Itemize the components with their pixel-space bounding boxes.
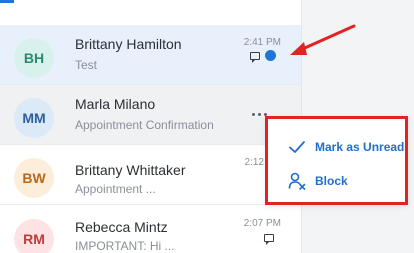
block-user-icon <box>288 172 306 190</box>
conversation-context-menu: Mark as Unread Block <box>265 116 408 205</box>
avatar: RM <box>14 219 54 253</box>
menu-item-label: Mark as Unread <box>315 140 405 154</box>
message-time: 2:07 PM <box>243 218 281 229</box>
avatar: BH <box>14 38 54 78</box>
mark-as-unread-menu-item[interactable]: Mark as Unread <box>268 129 405 165</box>
contact-name: Brittany Hamilton <box>75 36 182 52</box>
conversation-row-brittany-whittaker[interactable]: BW Brittany Whittaker Appointment ... 2:… <box>0 145 301 205</box>
contact-name: Rebecca Mintz <box>75 219 168 235</box>
menu-item-label: Block <box>315 174 348 188</box>
message-preview: Test <box>75 58 98 72</box>
conversation-list: BH Brittany Hamilton Test 2:41 PM MM Mar… <box>0 0 301 253</box>
avatar: BW <box>14 158 54 198</box>
avatar: MM <box>14 98 54 138</box>
message-preview: IMPORTANT: Hi ... <box>75 239 175 253</box>
unread-indicator-dot <box>265 50 276 61</box>
conversation-row-rebecca-mintz[interactable]: RM Rebecca Mintz IMPORTANT: Hi ... 2:07 … <box>0 205 301 253</box>
message-preview: Appointment Confirmation <box>75 118 214 132</box>
message-preview: Appointment ... <box>75 182 156 196</box>
contact-name: Marla Milano <box>75 96 156 112</box>
conversation-row-brittany-hamilton[interactable]: BH Brittany Hamilton Test 2:41 PM <box>0 25 301 85</box>
chat-bubble-icon <box>250 52 260 63</box>
block-menu-item[interactable]: Block <box>268 163 405 199</box>
chat-bubble-icon <box>264 234 274 245</box>
message-time: 2:12 <box>244 157 264 168</box>
message-time: 2:41 PM <box>243 37 281 48</box>
contact-name: Brittany Whittaker <box>75 162 186 178</box>
checkmark-icon <box>289 141 305 153</box>
messages-screen: BH Brittany Hamilton Test 2:41 PM MM Mar… <box>0 0 414 253</box>
